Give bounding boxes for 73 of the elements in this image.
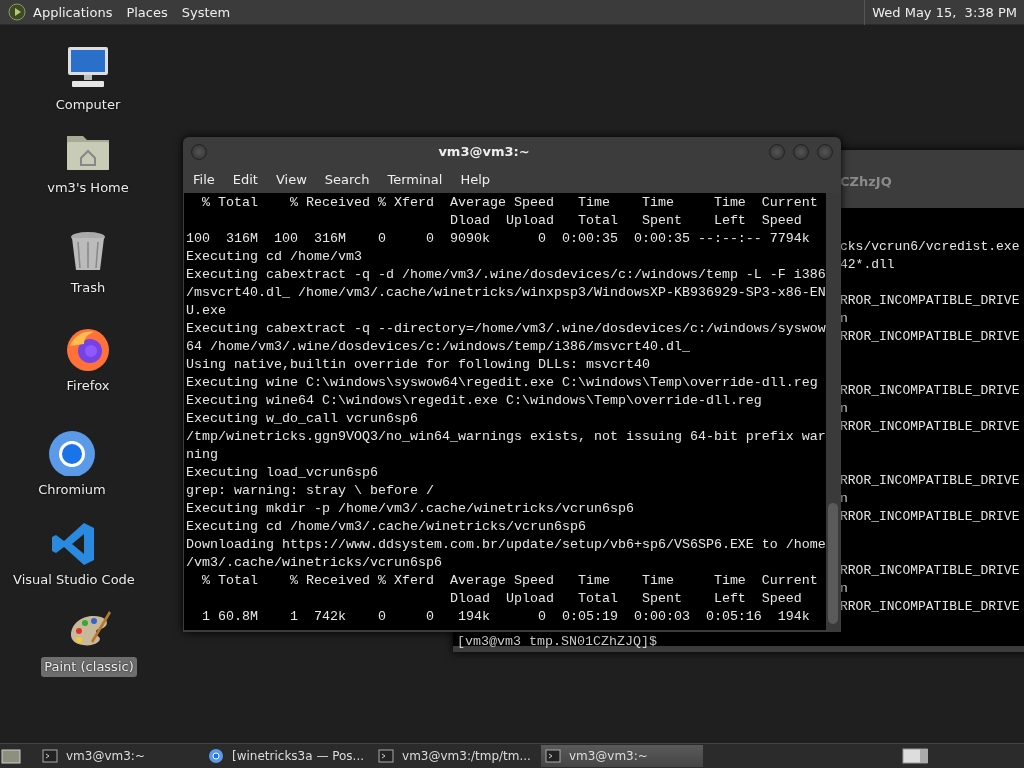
terminal-line: RROR_INCOMPATIBLE_DRIVE (840, 472, 1021, 490)
icon-label[interactable]: Firefox (63, 376, 113, 396)
terminal-icon (42, 748, 58, 764)
scrollbar-thumb[interactable] (827, 503, 838, 624)
taskbar-button[interactable]: vm3@vm3:~ (540, 745, 703, 767)
terminal-line: 64 /home/vm3/.wine/dosdevices/c:/windows/temp/i386/msvcrt40.dl_ (186, 338, 691, 356)
terminal-line: Executing load_vcrun6sp6 (186, 464, 379, 482)
menu-item[interactable]: Terminal (378, 167, 452, 193)
panel-menu[interactable]: Applications (26, 0, 120, 25)
chromium-icon[interactable] (48, 430, 96, 476)
terminal-line: Executing mkdir -p /home/vm3/.cache/winetricks/vcrun6sp6 (186, 500, 635, 518)
scrollbar[interactable] (825, 193, 840, 630)
terminal-line: Executing cabextract -q --directory=/home/vm3/.wine/dosdevices/c:/windows/syswow (186, 320, 826, 338)
terminal-icon (378, 748, 395, 764)
terminal-line: RROR_INCOMPATIBLE_DRIVE (840, 562, 1021, 580)
terminal-line: cks/vcrun6/vcredist.exe (840, 238, 1021, 256)
taskbar-button[interactable]: vm3@vm3:~ (38, 745, 200, 767)
terminal-line: RROR_INCOMPATIBLE_DRIVE (840, 418, 1021, 436)
clock[interactable]: Wed May 15, 3:38 PM (864, 0, 1024, 25)
window-title: vm3@vm3:~ (437, 143, 531, 162)
window-title: CZhzJQ (840, 173, 892, 192)
show-desktop-icon[interactable] (0, 747, 22, 765)
terminal-icon (544, 748, 561, 764)
menu-item[interactable]: File (184, 167, 224, 193)
terminal-line: Executing cd /home/vm3 (186, 248, 363, 266)
icon-label[interactable]: Trash (67, 278, 109, 298)
terminal-line: % Total % Received % Xferd Average Speed Time Time Time Current (201, 572, 819, 590)
icon-label[interactable]: vm3's Home (44, 178, 132, 198)
terminal-line: RROR_INCOMPATIBLE_DRIVE (840, 292, 1021, 310)
terminal-line: /vm3/.cache/winetricks/vcrun6sp6 (186, 554, 443, 572)
terminal-line: /msvcrt40.dl_ /home/vm3/.cache/winetricks/winxpsp3/WindowsXP-KB936929-SP3-x86-EN (186, 284, 826, 302)
terminal-line: Dload Upload Total Spent Left Speed (448, 590, 803, 608)
terminal-line: n (840, 400, 849, 418)
browser-icon (208, 748, 224, 764)
terminal-line: Executing wine64 C:\windows\regedit.exe C:\windows\Temp\override-dll.reg (186, 392, 763, 410)
icon-label[interactable]: Paint (classic) (41, 657, 137, 677)
terminal-line: 42*.dll (840, 256, 896, 274)
terminal-line: n (840, 490, 849, 508)
app-menu-icon[interactable] (8, 3, 26, 21)
taskbar-button[interactable]: [winetricks3a — Pos... (204, 745, 371, 767)
terminal-line: RROR_INCOMPATIBLE_DRIVE (840, 598, 1021, 616)
icon-label[interactable]: Visual Studio Code (10, 570, 138, 590)
terminal-line: % Total % Received % Xferd Average Speed Time Time Time Current (201, 194, 819, 212)
terminal-line: /tmp/winetricks.ggn9VOQ3/no_win64_warnings exists, not issuing 64-bit prefix war (186, 428, 826, 446)
terminal-line: 100 316M 100 316M 0 0 9090k 0 0:00:35 0:00:35 --:--:-- 7794k (186, 230, 811, 248)
icon-label[interactable]: Computer (52, 95, 124, 115)
terminal-line: RROR_INCOMPATIBLE_DRIVE (840, 508, 1021, 526)
terminal-line: Using native,builtin override for following DLLs: msvcrt40 (186, 356, 651, 374)
panel-menu[interactable]: Places (119, 0, 175, 25)
terminal-line: grep: warning: stray \ before / (186, 482, 435, 500)
terminal-line: RROR_INCOMPATIBLE_DRIVE (840, 328, 1021, 346)
terminal-line: RROR_INCOMPATIBLE_DRIVE (840, 382, 1021, 400)
menu-item[interactable]: Search (315, 167, 379, 193)
terminal-line: Dload Upload Total Spent Left Speed (448, 212, 803, 230)
menu-item[interactable]: Edit (223, 167, 267, 193)
terminal-line: ning (186, 446, 219, 464)
terminal-line: n (840, 580, 849, 598)
terminal-line: Downloading https://www.ddsystem.com.br/update/setup/vb6+sp6/VS6SP6.EXE to /home (186, 536, 826, 554)
terminal-line: Executing cd /home/vm3/.cache/winetricks/vcrun6sp6 (186, 518, 587, 536)
panel-menu[interactable]: System (174, 0, 238, 25)
terminal-prompt: [vm3@vm3 tmp.SN01CZhZJQ]$ (457, 633, 657, 651)
menu-item[interactable]: Help (451, 167, 500, 193)
firefox-icon[interactable] (64, 326, 112, 372)
terminal-line: Executing cabextract -q -d /home/vm3/.wine/dosdevices/c:/windows/temp -L -F i386 (186, 266, 826, 284)
terminal-line: Executing wine C:\windows\syswow64\regedit.exe C:\windows\Temp\override-dll.reg (186, 374, 819, 392)
taskbar-button[interactable]: vm3@vm3:/tmp/tm... (374, 745, 537, 767)
terminal-line: n (840, 310, 849, 328)
terminal-line: 1 60.8M 1 742k 0 0 194k 0 0:05:19 0:00:03 0:05:16 194k (201, 608, 811, 626)
terminal-line: Executing w_do_call vcrun6sp6 (186, 410, 419, 428)
icon-label[interactable]: Chromium (35, 480, 109, 500)
terminal-line: U.exe (186, 302, 227, 320)
workspace-switcher-icon[interactable] (902, 747, 930, 765)
menu-item[interactable]: View (266, 167, 316, 193)
